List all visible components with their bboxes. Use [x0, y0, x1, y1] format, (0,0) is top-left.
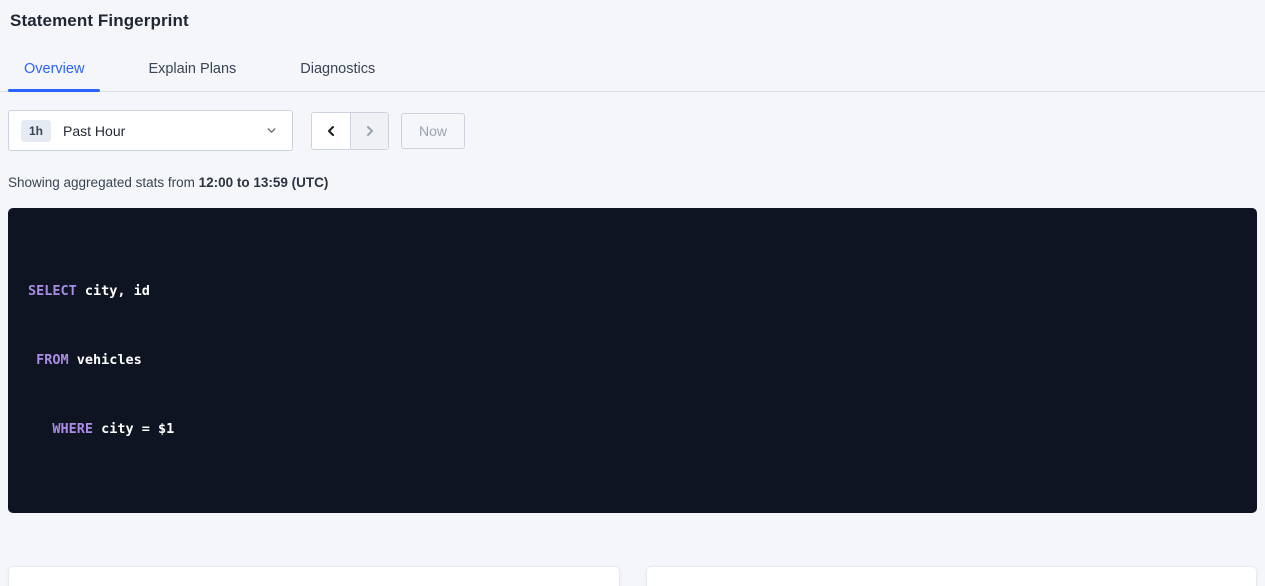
sql-line: SELECT city, id [28, 280, 1237, 303]
tab-overview-label: Overview [24, 61, 84, 77]
aggregated-stats-summary: Showing aggregated stats from 12:00 to 1… [8, 175, 1257, 190]
sql-text: city, id [77, 283, 150, 299]
tab-explain-plans[interactable]: Explain Plans [132, 48, 252, 91]
next-interval-button[interactable] [350, 113, 388, 149]
chevron-left-icon [323, 123, 339, 139]
sql-line: FROM vehicles [28, 349, 1237, 372]
page-header: Statement Fingerprint [0, 0, 1265, 31]
sql-indent [28, 352, 36, 368]
sql-text: city = $1 [93, 421, 174, 437]
chevron-down-icon [265, 124, 278, 137]
sql-keyword: FROM [36, 352, 69, 368]
tab-diagnostics[interactable]: Diagnostics [284, 48, 391, 91]
sql-statement-box: SELECT city, id FROM vehicles WHERE city… [8, 208, 1257, 513]
execution-attributes-card: Failed? No Full scan? No Vectorized exec… [646, 566, 1258, 586]
interval-label: Past Hour [63, 123, 265, 139]
sql-indent [28, 421, 52, 437]
page-title: Statement Fingerprint [10, 11, 1255, 31]
sql-keyword: WHERE [52, 421, 93, 437]
time-nav-arrows [311, 112, 389, 150]
sql-keyword: SELECT [28, 283, 77, 299]
tab-bar: Overview Explain Plans Diagnostics [0, 48, 1265, 92]
tab-overview[interactable]: Overview [8, 48, 100, 91]
summary-cards-row: Nodes N1 Regions Database movr Applicati… [8, 566, 1257, 586]
tab-diagnostics-label: Diagnostics [300, 61, 375, 77]
chevron-right-icon [362, 123, 378, 139]
sql-line: WHERE city = $1 [28, 418, 1237, 441]
now-button[interactable]: Now [401, 113, 465, 149]
statement-details-card: Nodes N1 Regions Database movr Applicati… [8, 566, 620, 586]
time-range-dropdown[interactable]: 1h Past Hour [8, 110, 293, 151]
tab-explain-plans-label: Explain Plans [148, 61, 236, 77]
time-picker-row: 1h Past Hour Now [8, 110, 1257, 151]
stats-summary-prefix: Showing aggregated stats from [8, 175, 199, 190]
sql-text: vehicles [69, 352, 142, 368]
stats-summary-range: 12:00 to 13:59 (UTC) [199, 175, 329, 190]
interval-badge: 1h [21, 120, 51, 142]
previous-interval-button[interactable] [312, 113, 350, 149]
